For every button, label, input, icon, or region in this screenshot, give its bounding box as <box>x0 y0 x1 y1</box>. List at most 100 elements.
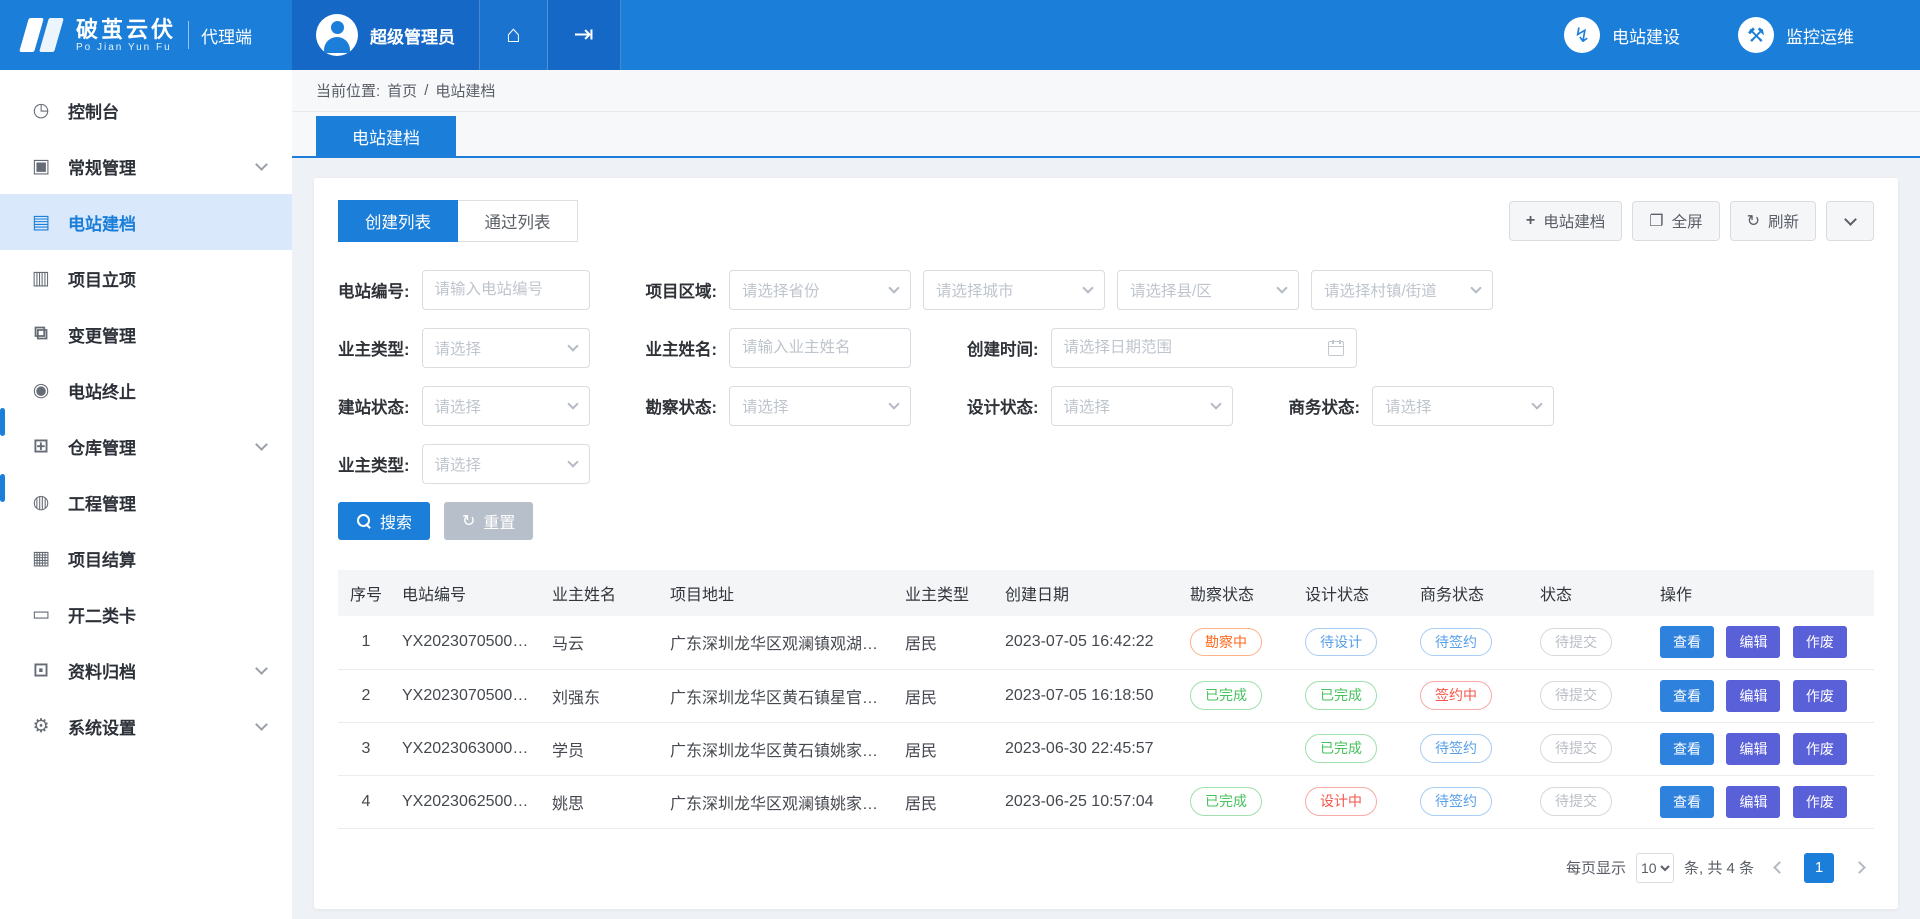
reset-button[interactable]: 重置 <box>444 502 533 540</box>
chevron-down-icon <box>1276 282 1287 293</box>
business-status-badge: 待签约 <box>1420 628 1492 656</box>
logout-button[interactable] <box>548 0 621 70</box>
view-button[interactable]: 查看 <box>1660 733 1714 765</box>
next-page-button[interactable] <box>1844 853 1874 883</box>
breadcrumb-separator: / <box>424 82 428 99</box>
city-select[interactable]: 请选择城市 <box>923 270 1105 310</box>
station-code: YX2023070500010 <box>394 669 544 722</box>
created-date: 2023-06-30 22:45:57 <box>997 722 1182 775</box>
filter-label-survey-status: 勘察状态: <box>646 394 718 418</box>
panel-toolbar: 电站建档 全屏 刷新 <box>1509 201 1874 241</box>
filter-label-region: 项目区域: <box>646 278 718 302</box>
lightning-icon <box>1564 17 1600 53</box>
sidebar-item-engineering-management[interactable]: 工程管理 <box>0 474 292 530</box>
date-range-input[interactable] <box>1064 339 1320 357</box>
view-button[interactable]: 查看 <box>1660 626 1714 658</box>
tab-station-filing[interactable]: 电站建档 <box>316 116 456 156</box>
search-button[interactable]: 搜索 <box>338 502 430 540</box>
filter-form: 电站编号: 项目区域: 请选择省份 请选择城市 <box>338 270 1874 540</box>
chevron-down-icon <box>1082 282 1093 293</box>
status-badge: 待提交 <box>1540 734 1612 762</box>
tab-create-list[interactable]: 创建列表 <box>338 200 458 242</box>
user-menu[interactable]: 超级管理员 <box>292 0 480 70</box>
engineering-icon <box>30 491 52 514</box>
sidebar-item-warehouse-management[interactable]: 仓库管理 <box>0 418 292 474</box>
build-status-select[interactable]: 请选择 <box>422 386 590 426</box>
void-button[interactable]: 作废 <box>1793 786 1847 818</box>
page-size-select[interactable]: 10 <box>1636 853 1674 883</box>
module-label: 监控运维 <box>1786 23 1854 48</box>
view-button[interactable]: 查看 <box>1660 786 1714 818</box>
dashboard-icon <box>30 99 52 122</box>
edit-button[interactable]: 编辑 <box>1726 626 1780 658</box>
monitor-icon <box>30 155 52 178</box>
design-status-badge: 已完成 <box>1305 734 1377 762</box>
owner-type: 居民 <box>897 775 997 828</box>
refresh-icon <box>1747 211 1760 231</box>
table-row: 4 YX2023062500004 姚思 广东深圳龙华区观澜镇姚家庄... 居民… <box>338 775 1874 828</box>
owner-type-select-2[interactable]: 请选择 <box>422 444 590 484</box>
sidebar-item-type2-card[interactable]: 开二类卡 <box>0 586 292 642</box>
chevron-down-icon <box>255 158 268 171</box>
stop-icon <box>30 379 52 402</box>
home-button[interactable] <box>480 0 548 70</box>
topbar-segments: 超级管理员 <box>292 0 621 70</box>
sidebar-item-station-termination[interactable]: 电站终止 <box>0 362 292 418</box>
calendar-icon <box>1328 341 1344 356</box>
station-filing-panel: 创建列表 通过列表 电站建档 全屏 刷新 <box>314 178 1898 909</box>
chevron-down-icon <box>255 438 268 451</box>
filter-label-station-code: 电站编号: <box>338 278 410 302</box>
create-station-button[interactable]: 电站建档 <box>1509 201 1622 241</box>
page-number-current[interactable]: 1 <box>1804 853 1834 883</box>
refresh-button[interactable]: 刷新 <box>1730 201 1816 241</box>
prev-page-button[interactable] <box>1764 853 1794 883</box>
filter-label-build-status: 建站状态: <box>338 394 410 418</box>
design-status-badge: 待设计 <box>1305 628 1377 656</box>
chevron-down-icon <box>1210 398 1221 409</box>
station-code-input[interactable] <box>422 270 590 310</box>
sidebar-item-data-archive[interactable]: 资料归档 <box>0 642 292 698</box>
project-address: 广东深圳龙华区黄石镇星官大... <box>662 669 897 722</box>
design-status-badge: 已完成 <box>1305 681 1377 709</box>
module-monitoring-ops[interactable]: 监控运维 <box>1738 17 1854 53</box>
filter-label-owner-type-2: 业主类型: <box>338 452 410 476</box>
sidebar-item-change-management[interactable]: 变更管理 <box>0 306 292 362</box>
brand-name: 破茧云伏 <box>76 17 176 42</box>
station-table: 序号 电站编号 业主姓名 项目地址 业主类型 创建日期 勘察状态 设计状态 商务… <box>338 570 1874 829</box>
edit-button[interactable]: 编辑 <box>1726 786 1780 818</box>
sidebar-item-system-settings[interactable]: 系统设置 <box>0 698 292 754</box>
sidebar-item-project-settlement[interactable]: 项目结算 <box>0 530 292 586</box>
view-button[interactable]: 查看 <box>1660 680 1714 712</box>
town-select[interactable]: 请选择村镇/街道 <box>1311 270 1493 310</box>
owner-type: 居民 <box>897 722 997 775</box>
sidebar-item-project-initiation[interactable]: 项目立项 <box>0 250 292 306</box>
sidebar-item-console[interactable]: 控制台 <box>0 82 292 138</box>
chevron-down-icon <box>567 340 578 351</box>
chevron-right-icon <box>1853 861 1866 874</box>
void-button[interactable]: 作废 <box>1793 680 1847 712</box>
create-time-range-picker[interactable] <box>1051 328 1357 368</box>
breadcrumb-home-link[interactable]: 首页 <box>387 80 417 101</box>
sidebar-scroll-indicator[interactable] <box>0 408 5 436</box>
owner-type: 居民 <box>897 669 997 722</box>
chevron-left-icon <box>1773 861 1786 874</box>
sidebar-scroll-indicator[interactable] <box>0 474 5 502</box>
tab-passed-list[interactable]: 通过列表 <box>458 200 578 242</box>
survey-status-select[interactable]: 请选择 <box>729 386 911 426</box>
collapse-toolbar-button[interactable] <box>1826 201 1874 241</box>
province-select[interactable]: 请选择省份 <box>729 270 911 310</box>
sidebar-item-station-filing[interactable]: 电站建档 <box>0 194 292 250</box>
edit-button[interactable]: 编辑 <box>1726 680 1780 712</box>
fullscreen-button[interactable]: 全屏 <box>1632 201 1719 241</box>
module-station-construction[interactable]: 电站建设 <box>1564 17 1680 53</box>
design-status-select[interactable]: 请选择 <box>1051 386 1233 426</box>
void-button[interactable]: 作废 <box>1793 626 1847 658</box>
portal-label: 代理端 <box>201 23 252 48</box>
owner-name-input[interactable] <box>729 328 911 368</box>
county-select[interactable]: 请选择县/区 <box>1117 270 1299 310</box>
owner-type-select[interactable]: 请选择 <box>422 328 590 368</box>
sidebar-item-general-management[interactable]: 常规管理 <box>0 138 292 194</box>
edit-button[interactable]: 编辑 <box>1726 733 1780 765</box>
void-button[interactable]: 作废 <box>1793 733 1847 765</box>
business-status-select[interactable]: 请选择 <box>1372 386 1554 426</box>
